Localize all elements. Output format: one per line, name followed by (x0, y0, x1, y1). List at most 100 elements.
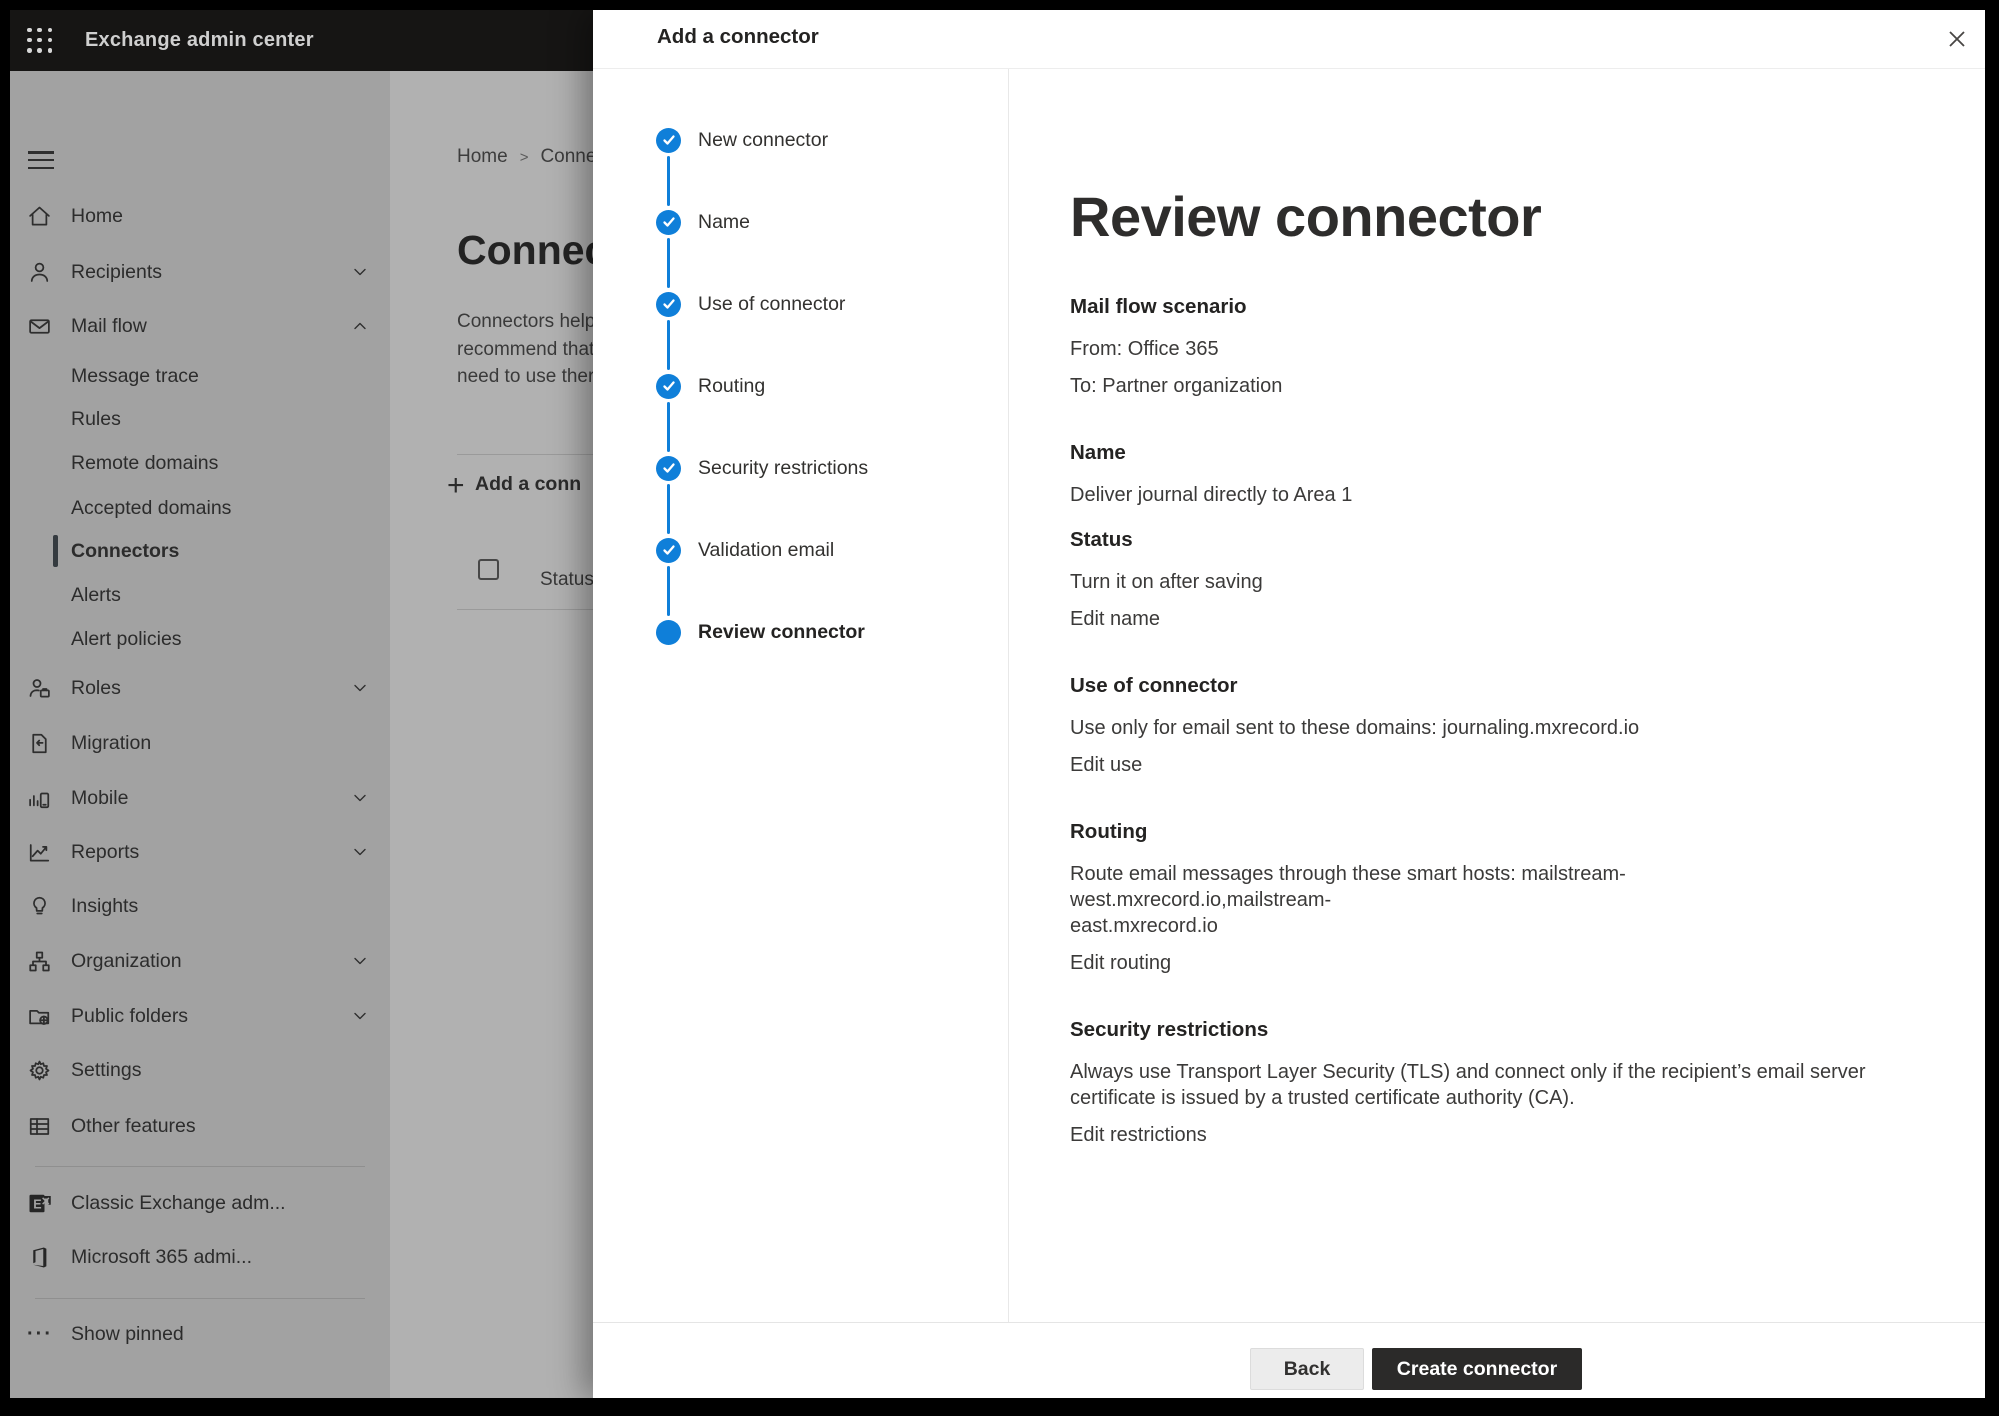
wizard-step-security-restrictions[interactable]: Security restrictions (593, 456, 1008, 481)
review-section-text: Route email messages through these smart… (1070, 861, 1870, 939)
svg-text:E: E (33, 1198, 41, 1212)
hamburger-menu-icon[interactable] (28, 151, 54, 170)
step-connector-line (667, 484, 670, 534)
edit-use-link[interactable]: Edit use (1070, 752, 1142, 778)
sidebar-item-label: Reports (71, 841, 139, 864)
public-folders-icon (27, 1004, 52, 1029)
sidebar-item-recipients[interactable]: Recipients (10, 252, 390, 292)
ellipsis-icon: ··· (27, 1322, 52, 1347)
sidebar-item-label: Insights (71, 895, 138, 918)
sidebar-divider (35, 1298, 365, 1299)
chevron-down-icon (350, 678, 370, 698)
selected-indicator (53, 535, 58, 567)
plus-icon[interactable]: + (447, 469, 465, 503)
select-all-checkbox[interactable] (478, 559, 499, 580)
wizard-step-validation-email[interactable]: Validation email (593, 538, 1008, 563)
breadcrumb-separator: > (520, 149, 529, 166)
review-content: Review connector Mail flow scenarioFrom:… (1070, 68, 1870, 1159)
sidebar-item-label: Show pinned (71, 1323, 184, 1346)
sidebar-item-message-trace[interactable]: Message trace (10, 356, 390, 396)
chevron-down-icon (350, 262, 370, 282)
review-section-title: Name (1070, 439, 1870, 466)
edit-name-link[interactable]: Edit name (1070, 606, 1160, 632)
sidebar-item-insights[interactable]: Insights (10, 886, 390, 926)
close-icon[interactable] (1941, 23, 1973, 55)
wizard-step-new-connector[interactable]: New connector (593, 128, 1008, 153)
sidebar-item-migration[interactable]: Migration (10, 723, 390, 763)
review-section-text: Turn it on after saving (1070, 569, 1870, 595)
review-section-title: Routing (1070, 818, 1870, 845)
wizard-step-review-connector[interactable]: Review connector (593, 620, 1008, 645)
wizard-content-divider (1008, 69, 1009, 1322)
sidebar-item-label: Accepted domains (71, 497, 231, 520)
wizard-step-routing[interactable]: Routing (593, 374, 1008, 399)
sidebar-item-label: Microsoft 365 admi... (71, 1246, 252, 1269)
sidebar-item-accepted-domains[interactable]: Accepted domains (10, 488, 390, 528)
sidebar-item-public-folders[interactable]: Public folders (10, 996, 390, 1036)
sidebar-item-label: Alert policies (71, 628, 182, 651)
edit-routing-link[interactable]: Edit routing (1070, 950, 1171, 976)
sidebar-item-remote-domains[interactable]: Remote domains (10, 443, 390, 483)
wizard-step-label: Validation email (698, 538, 834, 563)
sidebar-item-alerts[interactable]: Alerts (10, 575, 390, 615)
sidebar-item-label: Alerts (71, 584, 121, 607)
sidebar-item-organization[interactable]: Organization (10, 941, 390, 981)
review-section-title: Status (1070, 526, 1870, 553)
step-connector-line (667, 320, 670, 370)
settings-icon (27, 1058, 52, 1083)
edit-restrictions-link[interactable]: Edit restrictions (1070, 1122, 1207, 1148)
screenshot-frame: Exchange admin center Home Recipients Mail… (0, 0, 1999, 1416)
sidebar-item-mobile[interactable]: Mobile (10, 778, 390, 818)
wizard-step-name[interactable]: Name (593, 210, 1008, 235)
back-button[interactable]: Back (1250, 1348, 1364, 1390)
step-connector-line (667, 402, 670, 452)
person-icon (27, 260, 52, 285)
create-connector-button[interactable]: Create connector (1372, 1348, 1582, 1390)
classic-exchange-icon: E (27, 1191, 52, 1216)
chevron-down-icon (350, 1006, 370, 1026)
other-features-icon (27, 1114, 52, 1139)
sidebar-item-alert-policies[interactable]: Alert policies (10, 619, 390, 659)
add-connector-button[interactable]: Add a conn (475, 473, 581, 496)
sidebar-item-microsoft-365-admi[interactable]: Microsoft 365 admi... (10, 1237, 390, 1277)
sidebar-nav: Home Recipients Mail flow Message traceRule… (10, 71, 390, 1398)
chevron-down-icon (350, 842, 370, 862)
insights-icon (27, 894, 52, 919)
sidebar-item-home[interactable]: Home (10, 196, 390, 236)
page-title: Connect (457, 227, 593, 274)
wizard-step-use-of-connector[interactable]: Use of connector (593, 292, 1008, 317)
step-current-dot-icon (656, 620, 681, 645)
sidebar-item-label: Remote domains (71, 452, 218, 475)
wizard-step-label: New connector (698, 128, 828, 153)
app-launcher-waffle-icon[interactable] (27, 28, 53, 54)
sidebar-divider (35, 1166, 365, 1167)
sidebar-item-mail-flow[interactable]: Mail flow (10, 306, 390, 346)
breadcrumb-home-link[interactable]: Home (457, 146, 508, 168)
review-section-text: Use only for email sent to these domains… (1070, 715, 1870, 741)
migration-icon (27, 731, 52, 756)
sidebar-item-connectors[interactable]: Connectors (10, 531, 390, 571)
step-completed-check-icon (656, 456, 681, 481)
sidebar-item-label: Home (71, 205, 123, 228)
step-completed-check-icon (656, 374, 681, 399)
sidebar-item-label: Organization (71, 950, 182, 973)
sidebar-item-settings[interactable]: Settings (10, 1050, 390, 1090)
table-header-divider (457, 609, 593, 610)
step-completed-check-icon (656, 538, 681, 563)
sidebar-item-rules[interactable]: Rules (10, 399, 390, 439)
wizard-step-label: Security restrictions (698, 456, 868, 481)
sidebar-item-label: Public folders (71, 1005, 188, 1028)
sidebar-item-roles[interactable]: Roles (10, 668, 390, 708)
sidebar-item-reports[interactable]: Reports (10, 832, 390, 872)
top-app-bar: Exchange admin center (10, 10, 593, 71)
sidebar-item-other-features[interactable]: Other features (10, 1106, 390, 1146)
screen: Exchange admin center Home Recipients Mail… (10, 10, 1985, 1398)
review-section-text: Always use Transport Layer Security (TLS… (1070, 1059, 1870, 1111)
step-connector-line (667, 566, 670, 616)
step-completed-check-icon (656, 128, 681, 153)
toolbar-divider (457, 454, 593, 455)
chevron-up-icon (350, 316, 370, 336)
sidebar-item-show-pinned[interactable]: ··· Show pinned (10, 1314, 390, 1354)
sidebar-item-classic-exchange-adm[interactable]: EClassic Exchange adm... (10, 1183, 390, 1223)
sidebar-item-label: Mobile (71, 787, 128, 810)
